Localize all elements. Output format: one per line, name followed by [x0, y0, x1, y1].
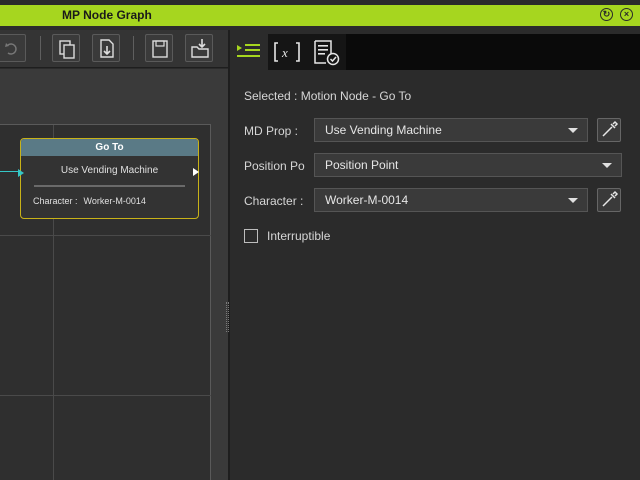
save-button[interactable] — [145, 34, 173, 62]
toolbar-divider — [40, 36, 41, 60]
grid-line — [0, 395, 211, 396]
character-value: Worker-M-0014 — [325, 193, 409, 207]
window-titlebar: MP Node Graph ↻ × — [0, 0, 640, 30]
eyedropper-icon — [602, 190, 619, 207]
window-title: MP Node Graph — [62, 8, 152, 22]
tab-properties[interactable] — [230, 34, 268, 70]
md-prop-value: Use Vending Machine — [325, 123, 442, 137]
position-value: Position Point — [325, 158, 399, 172]
graph-toolbar — [0, 30, 228, 68]
save-icon — [152, 40, 168, 58]
interruptible-label: Interruptible — [267, 229, 331, 243]
node-title: Go To — [21, 139, 198, 156]
chevron-down-icon — [568, 128, 578, 133]
import-button[interactable] — [92, 34, 120, 62]
undo-button[interactable] — [0, 34, 26, 62]
tab-variables[interactable]: x — [268, 34, 306, 70]
node-divider — [34, 185, 185, 187]
load-button[interactable] — [185, 34, 213, 62]
grid-line — [0, 235, 211, 236]
motion-node-go-to[interactable]: Go To Use Vending Machine Character : Wor… — [18, 138, 199, 219]
toolbar-divider — [133, 36, 134, 60]
import-icon — [100, 39, 114, 58]
node-character-row: Character : Worker-M-0014 — [33, 196, 198, 206]
md-prop-label: MD Prop : — [244, 124, 299, 138]
eyedropper-icon — [602, 120, 619, 137]
variables-tab-icon: x — [274, 42, 300, 62]
restore-icon[interactable]: ↻ — [600, 8, 613, 21]
node-motion-text: Use Vending Machine — [60, 165, 159, 176]
position-dropdown[interactable]: Position Point — [314, 153, 622, 177]
copy-button[interactable] — [52, 34, 80, 62]
checklist-tab-icon — [314, 40, 340, 66]
tabs-background — [346, 34, 640, 70]
tab-checklist[interactable] — [308, 34, 346, 70]
load-icon — [191, 39, 209, 58]
md-prop-picker-button[interactable] — [597, 118, 621, 142]
panel-tabs: x — [230, 34, 640, 70]
node-graph-area[interactable] — [0, 69, 228, 480]
character-dropdown[interactable]: Worker-M-0014 — [314, 188, 588, 212]
character-label: Character : — [244, 194, 304, 208]
node-character-label: Character : — [33, 196, 78, 206]
close-icon[interactable]: × — [620, 8, 633, 21]
svg-text:x: x — [281, 45, 288, 60]
node-link-line — [0, 171, 20, 172]
md-prop-dropdown[interactable]: Use Vending Machine — [314, 118, 588, 142]
character-picker-button[interactable] — [597, 188, 621, 212]
properties-tab-icon — [237, 44, 260, 57]
splitter-grip-icon[interactable] — [226, 302, 229, 332]
properties-panel: x Selected : Motion Node - Go To MD Prop… — [230, 30, 640, 480]
selected-node-label: Selected : Motion Node - Go To — [244, 89, 412, 103]
position-label: Position Po — [244, 159, 305, 173]
interruptible-checkbox[interactable] — [244, 229, 258, 243]
undo-icon — [5, 43, 17, 55]
chevron-down-icon — [602, 163, 612, 168]
copy-icon — [59, 40, 75, 59]
output-port-icon[interactable] — [193, 168, 199, 176]
input-port-icon[interactable] — [18, 169, 24, 177]
chevron-down-icon — [568, 198, 578, 203]
node-character-value: Worker-M-0014 — [83, 196, 146, 206]
